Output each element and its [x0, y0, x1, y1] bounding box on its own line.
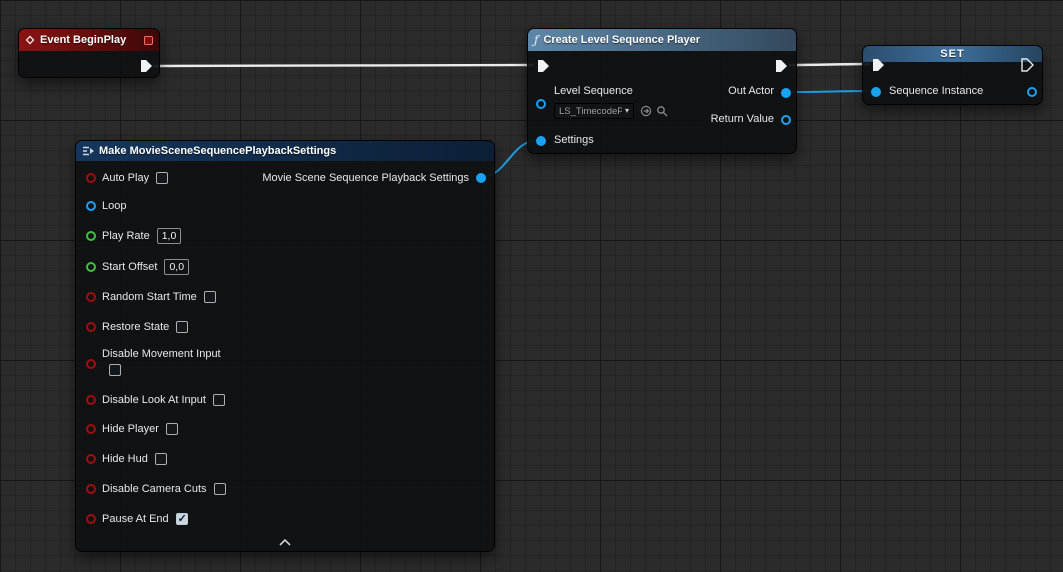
disable-look-at-input-checkbox[interactable]: [213, 394, 225, 406]
level-sequence-asset-picker[interactable]: LS_TimecodePr ▾: [554, 103, 634, 119]
pin-row-loop: Loop: [76, 196, 126, 216]
float-pin[interactable]: [86, 231, 96, 241]
bool-pin[interactable]: [86, 173, 96, 183]
level-sequence-pin[interactable]: [536, 99, 546, 109]
bool-pin[interactable]: [86, 322, 96, 332]
node-event-beginplay[interactable]: Event BeginPlay: [18, 28, 160, 78]
pin-row-hide-hud: Hide Hud: [76, 449, 167, 469]
pin-row-restore-state: Restore State: [76, 317, 188, 337]
row-label: Disable Movement Input: [102, 348, 221, 360]
collapse-node-chevron[interactable]: [278, 538, 292, 546]
node-create-level-sequence-player[interactable]: ƒ Create Level Sequence Player Level Seq…: [527, 28, 797, 154]
pin-row-play-rate: Play Rate 1,0: [76, 226, 181, 246]
row-label: Hide Player: [102, 423, 159, 435]
row-label: Hide Hud: [102, 453, 148, 465]
event-icon: [25, 35, 35, 45]
out-actor-label: Out Actor: [728, 85, 774, 97]
exec-in-pin[interactable]: [871, 58, 885, 72]
exec-out-pin[interactable]: [774, 59, 788, 73]
float-pin[interactable]: [86, 262, 96, 272]
function-icon: ƒ: [534, 34, 538, 46]
make-node-header[interactable]: Make MovieSceneSequencePlaybackSettings: [76, 141, 494, 161]
wire-exec-create-to-set[interactable]: [789, 64, 870, 65]
row-label: Disable Look At Input: [102, 394, 206, 406]
disable-movement-input-checkbox[interactable]: [109, 364, 121, 376]
pin-row-pause-at-end: Pause At End: [76, 509, 188, 529]
settings-pin[interactable]: [536, 136, 546, 146]
playback-settings-out-pin[interactable]: [476, 173, 486, 183]
settings-label: Settings: [554, 134, 594, 146]
start-offset-input[interactable]: 0,0: [164, 259, 189, 275]
pin-row-random-start-time: Random Start Time: [76, 287, 216, 307]
exec-in-pin[interactable]: [536, 59, 550, 73]
hide-player-checkbox[interactable]: [166, 423, 178, 435]
node-title: SET: [940, 48, 964, 60]
node-make-playback-settings[interactable]: Make MovieSceneSequencePlaybackSettings …: [75, 140, 495, 552]
browse-to-asset-icon[interactable]: [656, 105, 668, 117]
event-badge-icon: [144, 36, 153, 45]
make-struct-icon: [82, 145, 94, 157]
level-sequence-label: Level Sequence: [554, 85, 633, 97]
asset-name: LS_TimecodePr: [559, 106, 622, 117]
sequence-instance-in-pin[interactable]: [871, 87, 881, 97]
row-label: Disable Camera Cuts: [102, 483, 207, 495]
struct-pin[interactable]: [86, 201, 96, 211]
node-title: Event BeginPlay: [40, 34, 126, 46]
create-node-header[interactable]: ƒ Create Level Sequence Player: [528, 29, 796, 51]
wire-outactor-to-sequence-instance[interactable]: [787, 91, 871, 92]
pin-row-disable-movement-input: Disable Movement Input: [76, 347, 494, 381]
return-value-pin[interactable]: [781, 115, 791, 125]
chevron-down-icon: ▾: [625, 107, 629, 115]
bool-pin[interactable]: [86, 454, 96, 464]
bool-pin[interactable]: [86, 514, 96, 524]
sequence-instance-out-pin[interactable]: [1027, 87, 1037, 97]
node-set-sequence-instance[interactable]: SET Sequence Instance: [862, 45, 1043, 105]
bool-pin[interactable]: [86, 359, 96, 369]
row-label: Random Start Time: [102, 291, 197, 303]
play-rate-input[interactable]: 1,0: [157, 228, 182, 244]
pin-row-disable-camera-cuts: Disable Camera Cuts: [76, 479, 226, 499]
random-start-time-checkbox[interactable]: [204, 291, 216, 303]
row-label: Play Rate: [102, 230, 150, 242]
use-selected-asset-icon[interactable]: [640, 105, 652, 117]
row-label: Restore State: [102, 321, 169, 333]
sequence-instance-label: Sequence Instance: [889, 85, 983, 97]
row-label: Loop: [102, 200, 126, 212]
node-title: Create Level Sequence Player: [543, 34, 700, 46]
row-label: Auto Play: [102, 172, 149, 184]
pin-row-auto-play: Auto Play: [76, 168, 168, 188]
bool-pin[interactable]: [86, 484, 96, 494]
pin-row-hide-player: Hide Player: [76, 419, 178, 439]
hide-hud-checkbox[interactable]: [155, 453, 167, 465]
event-beginplay-header[interactable]: Event BeginPlay: [19, 29, 159, 51]
exec-out-pin[interactable]: [1020, 58, 1034, 72]
pause-at-end-checkbox[interactable]: [176, 513, 188, 525]
wire-exec-beginplay-to-create[interactable]: [153, 65, 534, 66]
exec-out-pin[interactable]: [139, 59, 153, 73]
bool-pin[interactable]: [86, 292, 96, 302]
out-actor-pin[interactable]: [781, 88, 791, 98]
set-node-header[interactable]: SET: [863, 46, 1042, 62]
return-value-label: Return Value: [711, 113, 774, 125]
disable-camera-cuts-checkbox[interactable]: [214, 483, 226, 495]
row-label: Pause At End: [102, 513, 169, 525]
pin-row-output: Movie Scene Sequence Playback Settings: [262, 168, 486, 188]
node-title: Make MovieSceneSequencePlaybackSettings: [99, 145, 336, 157]
blueprint-graph-canvas[interactable]: Event BeginPlay ƒ Create Level Sequence …: [0, 0, 1063, 572]
auto-play-checkbox[interactable]: [156, 172, 168, 184]
pin-row-start-offset: Start Offset 0,0: [76, 257, 189, 277]
restore-state-checkbox[interactable]: [176, 321, 188, 333]
row-label: Start Offset: [102, 261, 157, 273]
pin-row-disable-look-at-input: Disable Look At Input: [76, 390, 225, 410]
bool-pin[interactable]: [86, 395, 96, 405]
output-label: Movie Scene Sequence Playback Settings: [262, 172, 469, 184]
bool-pin[interactable]: [86, 424, 96, 434]
